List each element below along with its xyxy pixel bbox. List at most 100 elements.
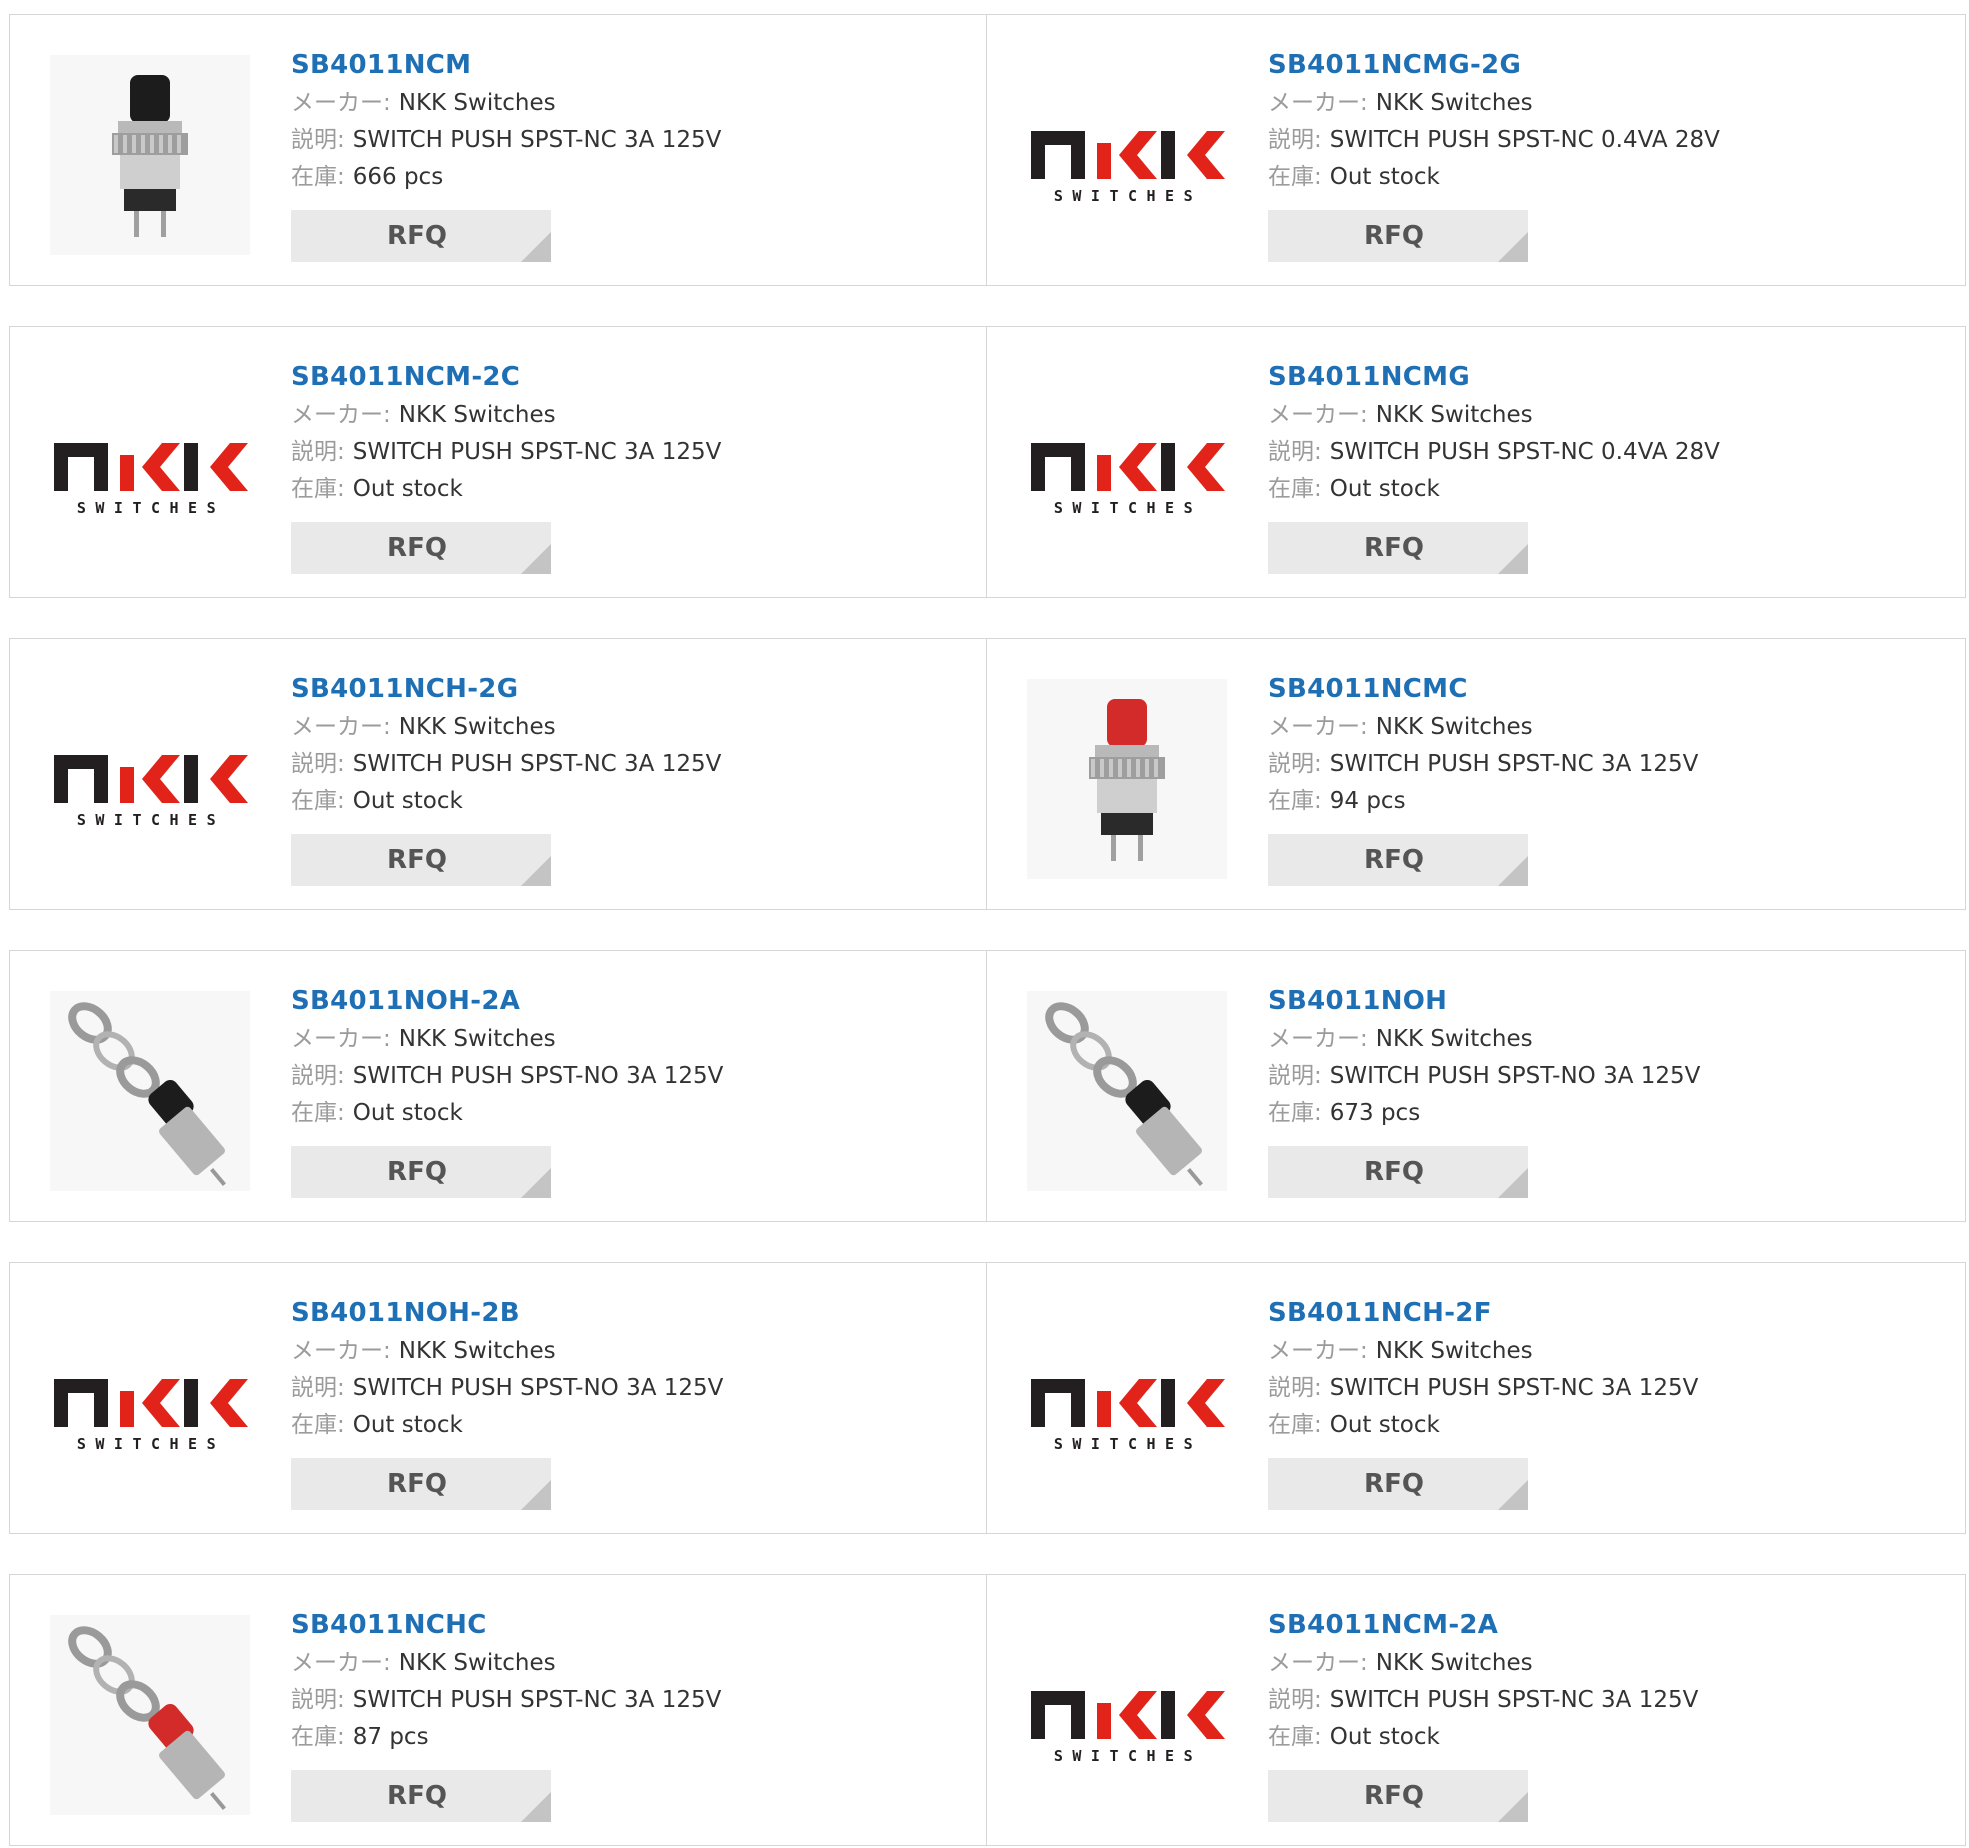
description-value: SWITCH PUSH SPST-NC 3A 125V <box>1329 751 1699 777</box>
part-number-link[interactable]: SB4011NCM-2A <box>1268 1605 1928 1645</box>
description-value: SWITCH PUSH SPST-NO 3A 125V <box>1329 1063 1701 1089</box>
nkk-logo-image[interactable]: SWITCHES <box>50 1303 250 1503</box>
product-photo[interactable] <box>50 55 250 255</box>
stock-value: 94 pcs <box>1329 788 1406 814</box>
rfq-button[interactable]: RFQ <box>1268 522 1528 574</box>
corner-triangle-icon <box>1498 856 1528 886</box>
nkk-logo-image[interactable]: SWITCHES <box>1027 55 1227 255</box>
stock-row: 在庫: 666 pcs <box>291 159 951 196</box>
rfq-label: RFQ <box>1364 1781 1424 1811</box>
rfq-button[interactable]: RFQ <box>291 522 551 574</box>
manufacturer-label: メーカー: <box>291 1026 391 1052</box>
nkk-logo-image[interactable]: SWITCHES <box>1027 1303 1227 1503</box>
description-label: 説明: <box>291 1375 345 1401</box>
product-row: SB4011NCM メーカー: NKK Switches 説明: SWITCH PUSH… <box>9 14 1966 288</box>
manufacturer-label: メーカー: <box>291 402 391 428</box>
part-number-link[interactable]: SB4011NCM-2C <box>291 357 951 397</box>
manufacturer-label: メーカー: <box>1268 402 1368 428</box>
description-row: 説明: SWITCH PUSH SPST-NC 0.4VA 28V <box>1268 434 1928 471</box>
rfq-button[interactable]: RFQ <box>291 210 551 262</box>
product-photo[interactable] <box>1027 991 1227 1191</box>
rfq-button[interactable]: RFQ <box>1268 1770 1528 1822</box>
product-info: SB4011NCM-2C メーカー: NKK Switches 説明: SWITCH P… <box>291 357 951 574</box>
description-label: 説明: <box>1268 1063 1322 1089</box>
product-photo[interactable] <box>1027 679 1227 879</box>
rfq-button[interactable]: RFQ <box>291 1770 551 1822</box>
rfq-label: RFQ <box>387 533 447 563</box>
part-number-link[interactable]: SB4011NOH <box>1268 981 1928 1021</box>
stock-label: 在庫: <box>1268 1412 1322 1438</box>
description-row: 説明: SWITCH PUSH SPST-NO 3A 125V <box>1268 1058 1928 1095</box>
nkk-logo-image[interactable]: SWITCHES <box>1027 1615 1227 1815</box>
nkk-logo-image[interactable]: SWITCHES <box>50 679 250 879</box>
product-card: SWITCHES SB4011NCMG メーカー: NKK Switches 説明: SW… <box>987 326 1966 598</box>
product-card: SWITCHES SB4011NCH-2F メーカー: NKK Switches 説明:… <box>987 1262 1966 1534</box>
manufacturer-row: メーカー: NKK Switches <box>291 1021 951 1058</box>
product-info: SB4011NOH-2A メーカー: NKK Switches 説明: SWITCH P… <box>291 981 951 1198</box>
part-number-link[interactable]: SB4011NCH-2G <box>291 669 951 709</box>
stock-row: 在庫: Out stock <box>291 471 951 508</box>
corner-triangle-icon <box>1498 544 1528 574</box>
stock-label: 在庫: <box>291 788 345 814</box>
part-number-link[interactable]: SB4011NCHC <box>291 1605 951 1645</box>
product-info: SB4011NCH-2G メーカー: NKK Switches 説明: SWITCH P… <box>291 669 951 886</box>
rfq-button[interactable]: RFQ <box>291 834 551 886</box>
product-photo[interactable] <box>50 991 250 1191</box>
manufacturer-value: NKK Switches <box>398 1338 556 1364</box>
part-number-link[interactable]: SB4011NOH-2A <box>291 981 951 1021</box>
stock-value: Out stock <box>352 788 463 814</box>
svg-text:SWITCHES: SWITCHES <box>77 1435 225 1453</box>
description-label: 説明: <box>1268 1687 1322 1713</box>
rfq-button[interactable]: RFQ <box>1268 1146 1528 1198</box>
svg-text:SWITCHES: SWITCHES <box>1054 1435 1202 1453</box>
part-number-link[interactable]: SB4011NOH-2B <box>291 1293 951 1333</box>
rfq-button[interactable]: RFQ <box>1268 834 1528 886</box>
product-photo[interactable] <box>50 1615 250 1815</box>
part-number-link[interactable]: SB4011NCMG <box>1268 357 1928 397</box>
stock-label: 在庫: <box>291 1100 345 1126</box>
description-value: SWITCH PUSH SPST-NC 3A 125V <box>352 751 722 777</box>
stock-row: 在庫: Out stock <box>1268 159 1928 196</box>
stock-value: Out stock <box>352 476 463 502</box>
corner-triangle-icon <box>1498 232 1528 262</box>
stock-label: 在庫: <box>291 1412 345 1438</box>
product-row: SB4011NOH-2A メーカー: NKK Switches 説明: SWITCH P… <box>9 950 1966 1224</box>
corner-triangle-icon <box>521 544 551 574</box>
rfq-button[interactable]: RFQ <box>1268 210 1528 262</box>
manufacturer-label: メーカー: <box>1268 90 1368 116</box>
rfq-label: RFQ <box>387 845 447 875</box>
svg-text:SWITCHES: SWITCHES <box>77 811 225 829</box>
description-value: SWITCH PUSH SPST-NC 3A 125V <box>352 439 722 465</box>
part-number-link[interactable]: SB4011NCM <box>291 45 951 85</box>
product-info: SB4011NCHC メーカー: NKK Switches 説明: SWITCH PUS… <box>291 1605 951 1822</box>
manufacturer-row: メーカー: NKK Switches <box>291 85 951 122</box>
stock-label: 在庫: <box>1268 164 1322 190</box>
part-number-link[interactable]: SB4011NCMG-2G <box>1268 45 1928 85</box>
manufacturer-row: メーカー: NKK Switches <box>291 1645 951 1682</box>
description-label: 説明: <box>1268 751 1322 777</box>
rfq-button[interactable]: RFQ <box>291 1146 551 1198</box>
part-number-link[interactable]: SB4011NCH-2F <box>1268 1293 1928 1333</box>
manufacturer-row: メーカー: NKK Switches <box>1268 397 1928 434</box>
product-card: SB4011NOH メーカー: NKK Switches 説明: SWITCH PUSH… <box>987 950 1966 1222</box>
manufacturer-label: メーカー: <box>1268 1338 1368 1364</box>
description-label: 説明: <box>291 439 345 465</box>
stock-row: 在庫: Out stock <box>1268 1407 1928 1444</box>
product-card: SWITCHES SB4011NCMG-2G メーカー: NKK Switches 説明… <box>987 14 1966 286</box>
svg-text:SWITCHES: SWITCHES <box>1054 1747 1202 1765</box>
description-row: 説明: SWITCH PUSH SPST-NC 3A 125V <box>1268 746 1928 783</box>
manufacturer-value: NKK Switches <box>398 90 556 116</box>
description-value: SWITCH PUSH SPST-NC 3A 125V <box>352 127 722 153</box>
rfq-button[interactable]: RFQ <box>291 1458 551 1510</box>
manufacturer-row: メーカー: NKK Switches <box>291 1333 951 1370</box>
manufacturer-row: メーカー: NKK Switches <box>291 397 951 434</box>
nkk-logo-image[interactable]: SWITCHES <box>1027 367 1227 567</box>
description-value: SWITCH PUSH SPST-NC 0.4VA 28V <box>1329 127 1720 153</box>
manufacturer-label: メーカー: <box>1268 1026 1368 1052</box>
manufacturer-value: NKK Switches <box>1375 714 1533 740</box>
nkk-logo-image[interactable]: SWITCHES <box>50 367 250 567</box>
part-number-link[interactable]: SB4011NCMC <box>1268 669 1928 709</box>
stock-row: 在庫: Out stock <box>291 1095 951 1132</box>
product-info: SB4011NOH-2B メーカー: NKK Switches 説明: SWITCH P… <box>291 1293 951 1510</box>
rfq-button[interactable]: RFQ <box>1268 1458 1528 1510</box>
